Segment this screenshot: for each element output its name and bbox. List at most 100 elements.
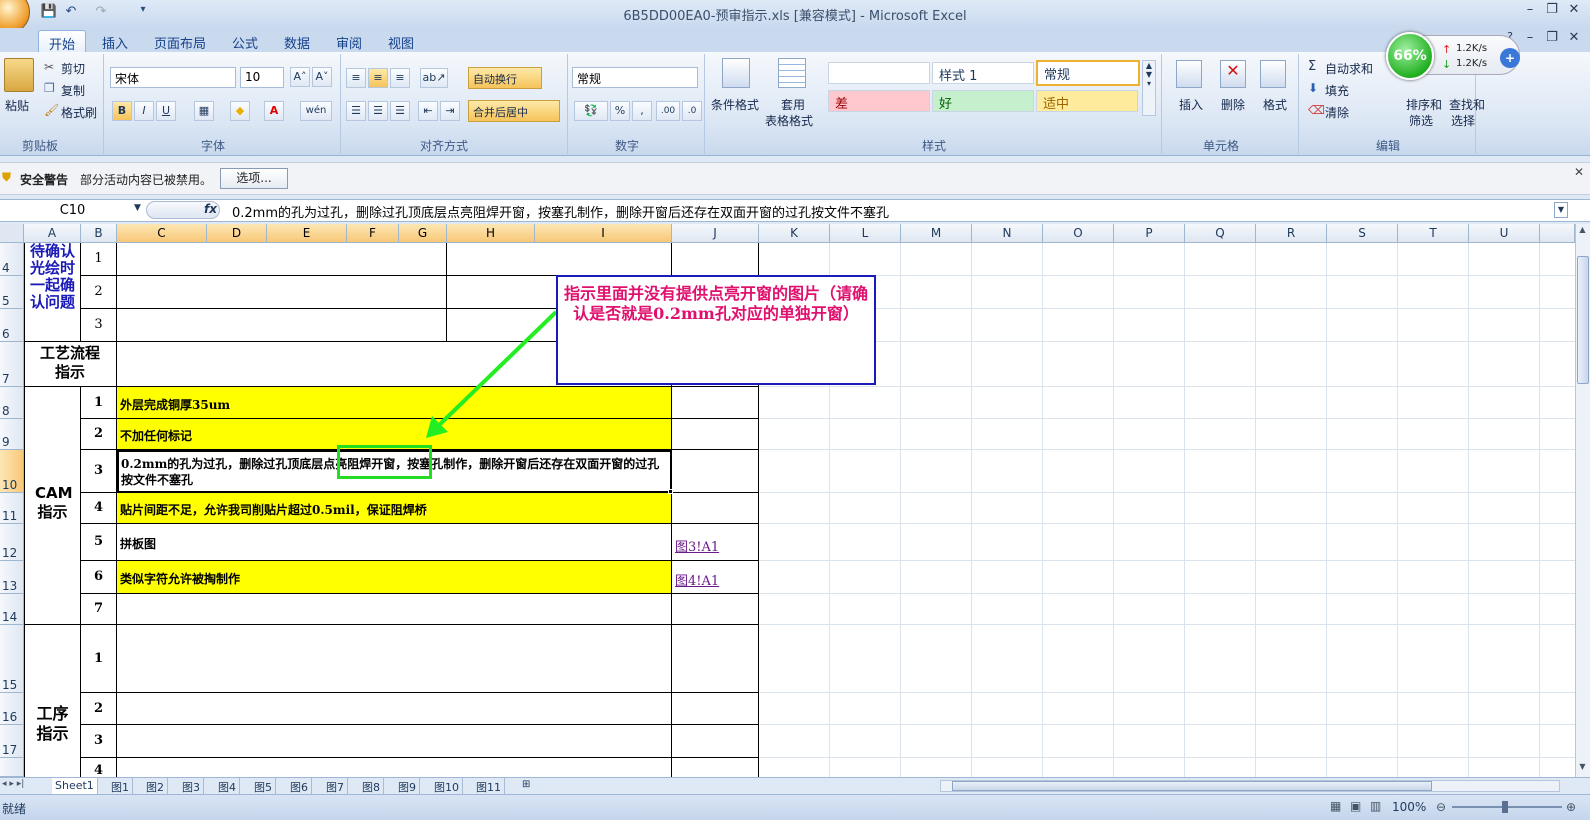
row-header-10[interactable]: 10: [0, 450, 24, 493]
row-header-14[interactable]: 14: [0, 594, 24, 625]
conditional-format-button[interactable]: 条件格式: [710, 95, 760, 114]
workbook-minimize-icon[interactable]: –: [1520, 30, 1540, 48]
format-cells-button[interactable]: 格式: [1262, 95, 1288, 114]
row-header-4[interactable]: 4: [0, 243, 24, 276]
plus-icon[interactable]: +: [1500, 48, 1520, 68]
row-header-6[interactable]: 6: [0, 309, 24, 342]
cell-b6[interactable]: 3: [81, 309, 116, 341]
scroll-down-icon[interactable]: ▼: [1576, 762, 1589, 776]
insert-cells-button[interactable]: 插入: [1178, 95, 1204, 114]
fill-button[interactable]: 填充: [1324, 81, 1350, 100]
cell-c13[interactable]: 类似字符允许被掏制作: [120, 570, 240, 587]
cell-b9[interactable]: 2: [81, 419, 116, 449]
increase-decimal-icon[interactable]: .00: [656, 101, 680, 121]
paste-icon[interactable]: [4, 58, 34, 92]
col-header-e[interactable]: E: [267, 224, 347, 243]
row-header-9[interactable]: 9: [0, 419, 24, 450]
fill-color-icon[interactable]: ◆: [230, 101, 250, 121]
view-page-break-icon[interactable]: ▥: [1370, 799, 1381, 813]
sheet-tab-fig7[interactable]: 图7: [323, 778, 348, 794]
clear-button[interactable]: 清除: [1324, 103, 1350, 122]
col-header-k[interactable]: K: [759, 224, 830, 243]
sort-filter-button-line2[interactable]: 筛选: [1408, 111, 1434, 130]
cell-b13[interactable]: 6: [81, 561, 116, 593]
col-header-i[interactable]: I: [535, 224, 672, 243]
style-normal[interactable]: 常规: [1036, 60, 1140, 86]
percent-button[interactable]: %: [610, 101, 630, 121]
underline-button[interactable]: U: [156, 101, 176, 121]
format-painter-button[interactable]: 格式刷: [60, 103, 98, 122]
name-box-dropdown-icon[interactable]: ▼: [134, 203, 141, 213]
align-top-icon[interactable]: ≡: [346, 68, 366, 88]
increase-indent-icon[interactable]: ⇥: [440, 101, 460, 121]
border-icon[interactable]: ▦: [194, 101, 214, 121]
col-header-l[interactable]: L: [830, 224, 901, 243]
col-header-r[interactable]: R: [1256, 224, 1327, 243]
close-icon[interactable]: ✕: [1564, 2, 1584, 20]
horizontal-scroll-thumb[interactable]: [952, 781, 1432, 791]
row-header-8[interactable]: 8: [0, 387, 24, 419]
row-header-7[interactable]: 7: [0, 342, 24, 387]
minimize-icon[interactable]: –: [1520, 2, 1540, 20]
font-size-select[interactable]: 10: [240, 67, 284, 88]
cell-c11[interactable]: 贴片间距不足，允许我司削贴片超过0.5mil，保证阻焊桥: [120, 501, 427, 518]
sheet-tab-fig3[interactable]: 图3: [179, 778, 204, 794]
cell-b4[interactable]: 1: [81, 243, 116, 275]
delete-cells-button[interactable]: 删除: [1220, 95, 1246, 114]
cell-b5[interactable]: 2: [81, 276, 116, 308]
cell-b17[interactable]: 3: [81, 725, 116, 757]
col-header-d[interactable]: D: [207, 224, 267, 243]
sheet-tab-fig6[interactable]: 图6: [287, 778, 312, 794]
col-header-h[interactable]: H: [447, 224, 535, 243]
col-header-u[interactable]: U: [1469, 224, 1540, 243]
fill-handle[interactable]: [668, 489, 673, 494]
font-name-select[interactable]: 宋体: [110, 67, 236, 88]
sheet-tab-fig2[interactable]: 图2: [143, 778, 168, 794]
tab-formulas[interactable]: 公式: [222, 30, 268, 52]
sheet-tab-fig5[interactable]: 图5: [251, 778, 276, 794]
sheet-tab-fig11[interactable]: 图11: [473, 778, 505, 794]
cell-j12-link[interactable]: 图3!A1: [675, 536, 719, 555]
row-header-5[interactable]: 5: [0, 276, 24, 309]
col-header-b[interactable]: B: [81, 224, 117, 243]
cell-b12[interactable]: 5: [81, 524, 116, 560]
bold-button[interactable]: B: [112, 101, 132, 121]
col-header-g[interactable]: G: [399, 224, 447, 243]
col-header-v[interactable]: [1540, 224, 1575, 243]
shrink-font-button[interactable]: A˅: [312, 67, 332, 87]
col-header-f[interactable]: F: [347, 224, 399, 243]
cell-b18[interactable]: 4: [81, 758, 116, 777]
format-table-button-line2[interactable]: 表格格式: [764, 111, 814, 130]
sheet-nav-icon[interactable]: ◂ ▸ ▸|: [2, 779, 24, 789]
grow-font-button[interactable]: A˄: [290, 67, 310, 87]
italic-button[interactable]: I: [134, 101, 154, 121]
sheet-tab-fig4[interactable]: 图4: [215, 778, 240, 794]
restore-icon[interactable]: ❐: [1542, 2, 1562, 20]
comma-button[interactable]: ,: [632, 101, 652, 121]
col-header-p[interactable]: P: [1114, 224, 1185, 243]
tab-review[interactable]: 审阅: [326, 30, 372, 52]
col-header-m[interactable]: M: [901, 224, 972, 243]
cell-a10-cam[interactable]: CAM指示: [25, 484, 80, 534]
formula-input[interactable]: 0.2mm的孔为过孔，删除过孔顶底层点亮阻焊开窗，按塞孔制作，删除开窗后还存在双…: [232, 202, 889, 221]
view-normal-icon[interactable]: ▦: [1330, 799, 1341, 813]
decrease-decimal-icon[interactable]: .0: [682, 101, 702, 121]
zoom-level[interactable]: 100%: [1392, 800, 1426, 814]
row-header-13[interactable]: 13: [0, 561, 24, 594]
tab-insert[interactable]: 插入: [92, 30, 138, 52]
align-center-icon[interactable]: ☰: [368, 101, 388, 121]
expand-formula-icon[interactable]: ▼: [1554, 202, 1568, 218]
sheet-tab-sheet1[interactable]: Sheet1: [52, 778, 98, 794]
cell-j13-link[interactable]: 图4!A1: [675, 570, 719, 589]
cut-button[interactable]: 剪切: [60, 59, 86, 78]
cell-b16[interactable]: 2: [81, 693, 116, 724]
col-header-a[interactable]: A: [24, 224, 81, 243]
cell-b14[interactable]: 7: [81, 594, 116, 624]
currency-icon[interactable]: 💱: [574, 101, 608, 121]
cell-c9[interactable]: 不加任何标记: [120, 427, 192, 444]
row-header-12[interactable]: 12: [0, 524, 24, 561]
autosum-button[interactable]: 自动求和: [1324, 59, 1374, 78]
scroll-thumb[interactable]: [1577, 256, 1589, 384]
style-good[interactable]: 好: [932, 90, 1034, 112]
style-bad[interactable]: 差: [828, 90, 930, 112]
